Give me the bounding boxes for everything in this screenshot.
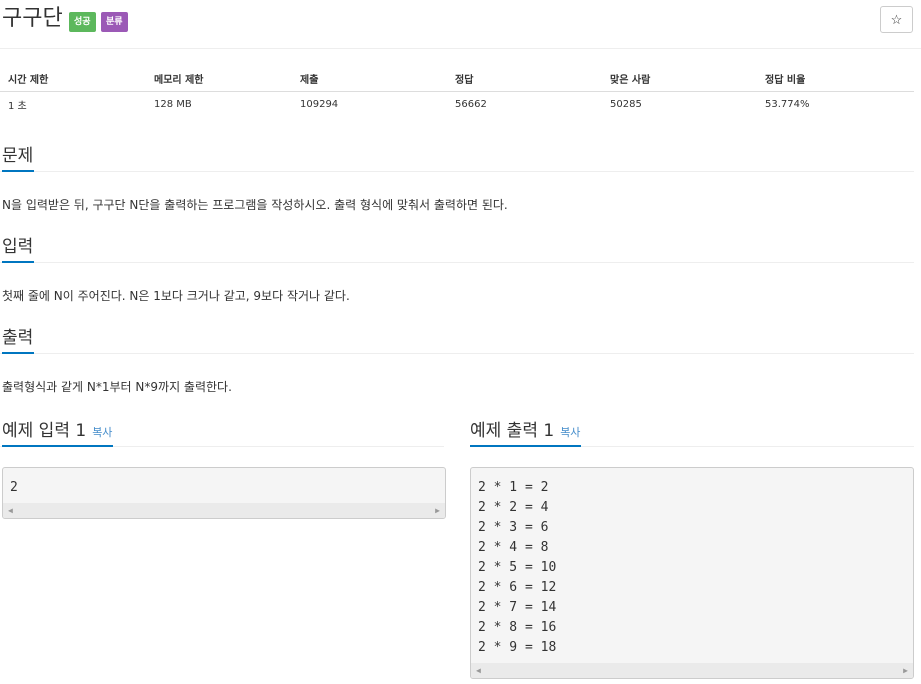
sample-input-title-text: 예제 입력 1 <box>2 421 87 441</box>
category-badge[interactable]: 분류 <box>101 12 128 32</box>
ratio-value: 53.774% <box>765 99 810 111</box>
output-description-text: 출력형식과 같게 N*1부터 N*9까지 출력한다. <box>2 380 232 394</box>
sample-input-box[interactable]: 2 ◀ ▶ <box>2 467 446 519</box>
submissions-value: 109294 <box>300 99 339 111</box>
star-button[interactable]: ☆ <box>880 6 913 33</box>
sample-output-title-text: 예제 출력 1 <box>470 421 555 441</box>
section-underline <box>470 445 581 447</box>
output-section-title: 출력 <box>2 328 34 348</box>
copy-sample-input-link[interactable]: 복사 <box>92 426 112 439</box>
header-ratio: 정답 비율 <box>757 66 914 92</box>
time-limit-value: 1 초 <box>8 101 27 113</box>
input-description-text: 첫째 줄에 N이 주어진다. N은 1보다 크거나 같고, 9보다 작거나 같다… <box>2 289 350 303</box>
horizontal-scrollbar[interactable]: ◀ ▶ <box>471 663 913 678</box>
scroll-left-icon[interactable]: ◀ <box>8 506 13 515</box>
solvers-value: 50285 <box>610 99 642 111</box>
section-divider <box>0 171 914 172</box>
star-icon: ☆ <box>890 12 903 27</box>
header-memory-limit: 메모리 제한 <box>146 66 292 92</box>
header-time-limit: 시간 제한 <box>0 66 146 92</box>
copy-sample-output-link[interactable]: 복사 <box>560 426 580 439</box>
section-divider <box>0 262 914 263</box>
accepted-value: 56662 <box>455 99 487 111</box>
section-divider <box>0 353 914 354</box>
scroll-left-icon[interactable]: ◀ <box>476 666 481 675</box>
table-row: 1 초 128 MB 109294 56662 50285 53.774% <box>0 91 914 118</box>
section-underline <box>2 170 34 172</box>
sample-output-box[interactable]: 2 * 1 = 2 2 * 2 = 4 2 * 3 = 6 2 * 4 = 8 … <box>470 467 914 679</box>
description-text: N을 입력받은 뒤, 구구단 N단을 출력하는 프로그램을 작성하시오. 출력 … <box>2 198 508 212</box>
header-solvers: 맞은 사람 <box>602 66 757 92</box>
scroll-right-icon[interactable]: ▶ <box>435 506 440 515</box>
table-header-row: 시간 제한 메모리 제한 제출 정답 맞은 사람 정답 비율 <box>0 66 914 92</box>
section-underline <box>2 261 34 263</box>
header-accepted: 정답 <box>447 66 602 92</box>
success-badge[interactable]: 성공 <box>69 12 96 32</box>
input-section-title: 입력 <box>2 237 34 257</box>
section-underline <box>2 445 113 447</box>
sample-output-content: 2 * 1 = 2 2 * 2 = 4 2 * 3 = 6 2 * 4 = 8 … <box>478 480 557 655</box>
scroll-right-icon[interactable]: ▶ <box>903 666 908 675</box>
sample-output-title: 예제 출력 1 복사 <box>470 419 580 445</box>
header-submissions: 제출 <box>292 66 447 92</box>
problem-title: 구구단 <box>2 6 63 31</box>
sample-input-content: 2 <box>10 480 18 495</box>
sample-input-title: 예제 입력 1 복사 <box>2 419 112 445</box>
description-section-title: 문제 <box>2 146 34 166</box>
problem-info-table: 시간 제한 메모리 제한 제출 정답 맞은 사람 정답 비율 1 초 128 M… <box>0 66 914 118</box>
horizontal-scrollbar[interactable]: ◀ ▶ <box>3 503 445 518</box>
memory-limit-value: 128 MB <box>154 99 192 111</box>
section-underline <box>2 352 34 354</box>
page-header: 구구단 성공 분류 ☆ <box>0 0 921 49</box>
